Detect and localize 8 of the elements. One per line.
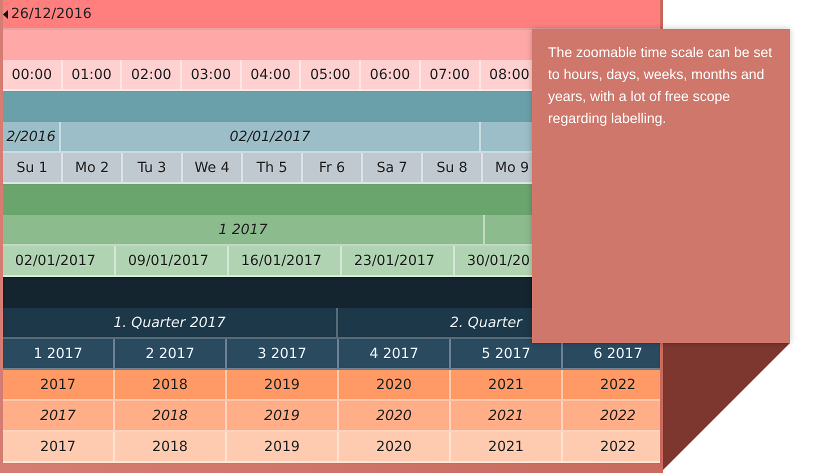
callout-text: The zoomable time scale can be set to hours, days, weeks, months and years, with a lot of free scope regarding labelling. — [548, 43, 774, 128]
year-cell: 2019 — [227, 432, 339, 463]
year-cell: 2018 — [115, 432, 227, 463]
year-cell: 2020 — [339, 432, 451, 463]
header-date: 26/12/2016 — [11, 6, 92, 22]
year-cell: 2017 — [3, 432, 115, 463]
year-cell: 2021 — [451, 432, 563, 463]
left-arrow-icon[interactable] — [3, 10, 8, 18]
